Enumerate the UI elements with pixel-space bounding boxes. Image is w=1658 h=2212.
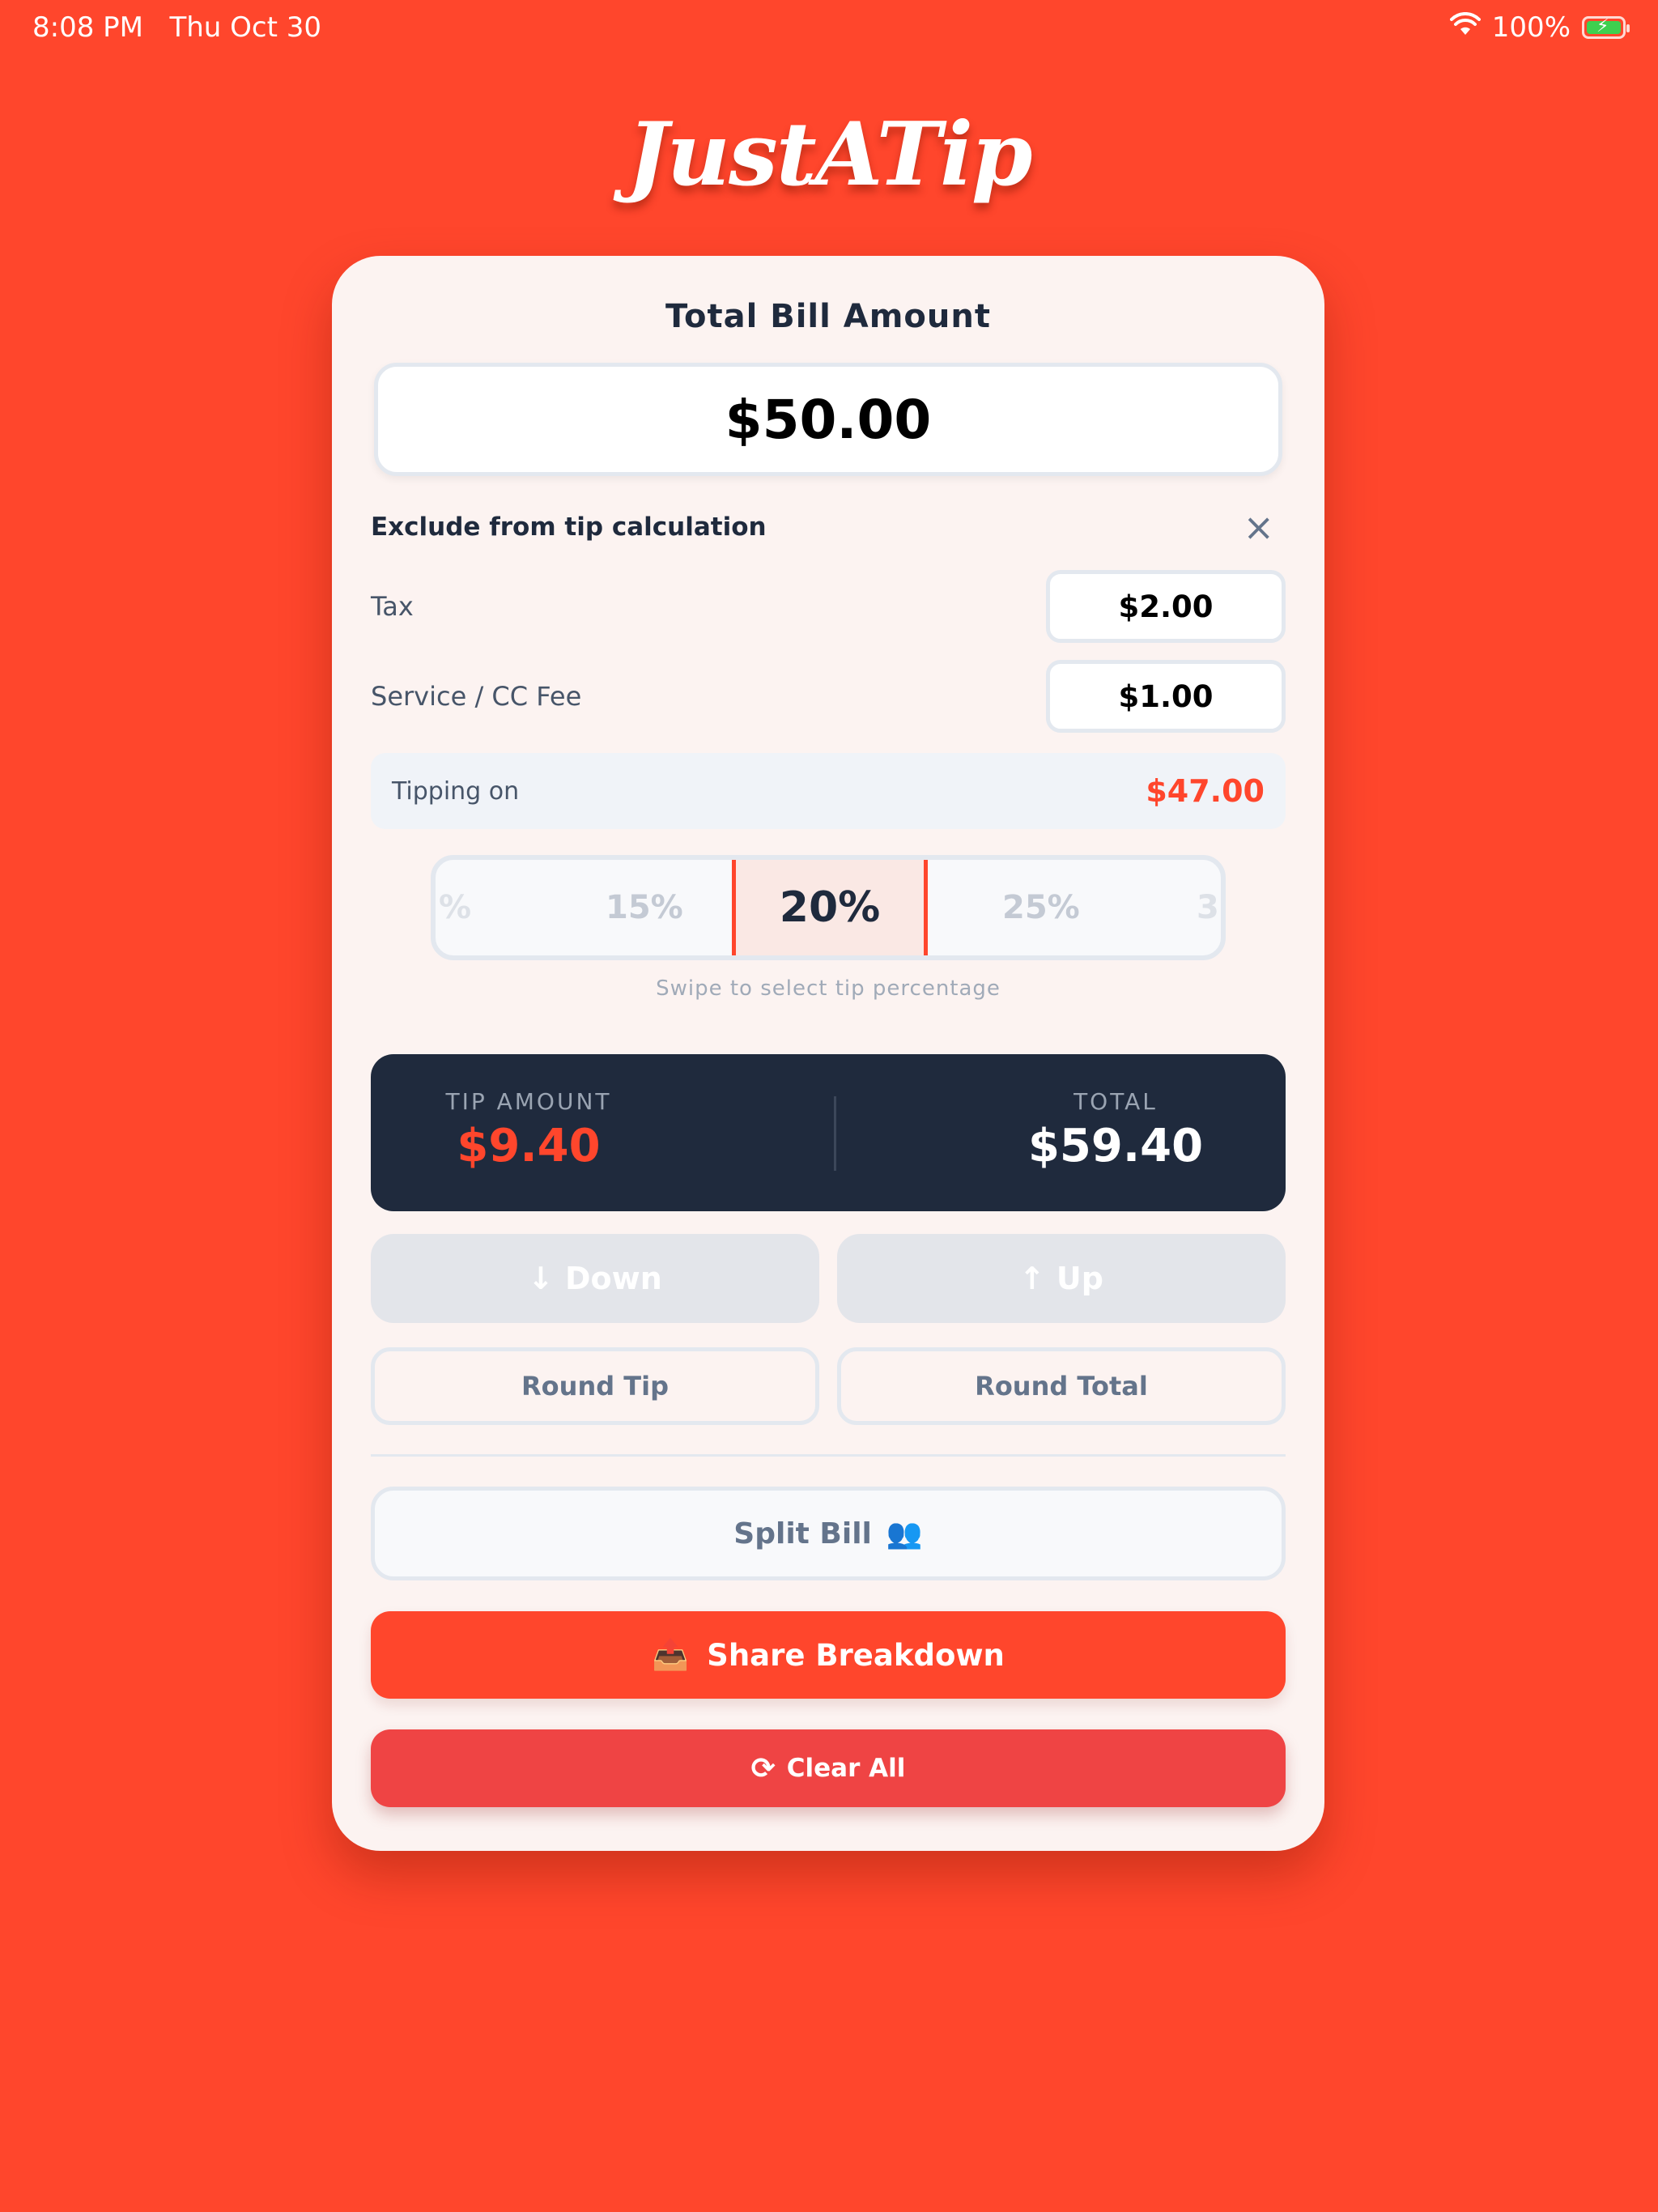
arrow-down-icon: ↓: [528, 1261, 555, 1296]
share-breakdown-button[interactable]: 📤 Share Breakdown: [371, 1611, 1286, 1699]
results-panel: TIP AMOUNT $9.40 TOTAL $59.40: [371, 1054, 1286, 1211]
tip-option-15[interactable]: 15%: [606, 860, 683, 955]
tip-option-selected[interactable]: 20%: [732, 860, 928, 955]
close-icon[interactable]: ×: [1243, 508, 1274, 546]
tip-option-25[interactable]: 25%: [1002, 860, 1080, 955]
exclude-header: Exclude from tip calculation ×: [371, 507, 1286, 547]
round-up-label: Up: [1056, 1261, 1103, 1296]
tipping-on-value: $47.00: [1146, 773, 1265, 809]
split-bill-button[interactable]: Split Bill 👥: [371, 1487, 1286, 1580]
share-breakdown-label: Share Breakdown: [707, 1637, 1005, 1673]
total-value: $59.40: [1027, 1120, 1204, 1172]
tip-percentage-picker[interactable]: % 15% 20% 25% 3: [431, 855, 1226, 960]
tipping-on-label: Tipping on: [392, 776, 520, 806]
service-fee-input[interactable]: $1.00: [1046, 660, 1286, 733]
tip-option[interactable]: %: [439, 860, 471, 955]
outbox-tray-icon: 📤: [652, 1637, 690, 1672]
round-down-label: Down: [565, 1261, 662, 1296]
service-fee-label: Service / CC Fee: [371, 681, 582, 712]
bill-amount-input[interactable]: $50.00: [374, 363, 1282, 476]
tip-amount-block: TIP AMOUNT $9.40: [427, 1088, 630, 1172]
round-tip-button[interactable]: Round Tip: [371, 1347, 819, 1425]
round-total-button[interactable]: Round Total: [837, 1347, 1286, 1425]
people-icon: 👥: [886, 1517, 923, 1551]
exclude-heading: Exclude from tip calculation: [371, 513, 767, 542]
battery-icon: ⚡: [1582, 16, 1630, 39]
clear-all-button[interactable]: ⟳ Clear All: [371, 1729, 1286, 1807]
tip-calculator-card: Total Bill Amount $50.00 Exclude from ti…: [332, 256, 1324, 1851]
battery-percent: 100%: [1491, 11, 1571, 44]
service-fee-row: Service / CC Fee $1.00: [371, 660, 1286, 733]
refresh-icon: ⟳: [750, 1751, 776, 1785]
bill-title: Total Bill Amount: [665, 298, 991, 335]
section-divider: [371, 1454, 1286, 1457]
picker-hint: Swipe to select tip percentage: [656, 976, 1001, 1001]
results-divider: [834, 1096, 836, 1171]
tipping-on-row: Tipping on $47.00: [371, 753, 1286, 829]
status-right: 100% ⚡: [1449, 11, 1630, 44]
tip-amount-label: TIP AMOUNT: [445, 1088, 612, 1115]
wifi-icon: [1449, 11, 1481, 44]
status-date: Thu Oct 30: [169, 11, 321, 44]
total-label: TOTAL: [1073, 1088, 1158, 1115]
tip-amount-value: $9.40: [457, 1120, 601, 1172]
total-block: TOTAL $59.40: [1002, 1088, 1229, 1172]
app-logo: JustATip: [627, 104, 1032, 206]
round-down-button[interactable]: ↓ Down: [371, 1234, 819, 1323]
tax-label: Tax: [371, 591, 414, 622]
clear-all-label: Clear All: [786, 1754, 906, 1783]
split-bill-label: Split Bill: [733, 1516, 872, 1551]
tax-input[interactable]: $2.00: [1046, 570, 1286, 643]
status-bar: 8:08 PM Thu Oct 30 100% ⚡: [0, 0, 1658, 58]
round-up-button[interactable]: ↑ Up: [837, 1234, 1286, 1323]
status-time: 8:08 PM: [32, 11, 143, 44]
tax-row: Tax $2.00: [371, 570, 1286, 643]
status-time-date: 8:08 PM Thu Oct 30: [32, 11, 321, 44]
tip-option-30[interactable]: 3: [1197, 860, 1219, 955]
arrow-up-icon: ↑: [1019, 1261, 1045, 1296]
